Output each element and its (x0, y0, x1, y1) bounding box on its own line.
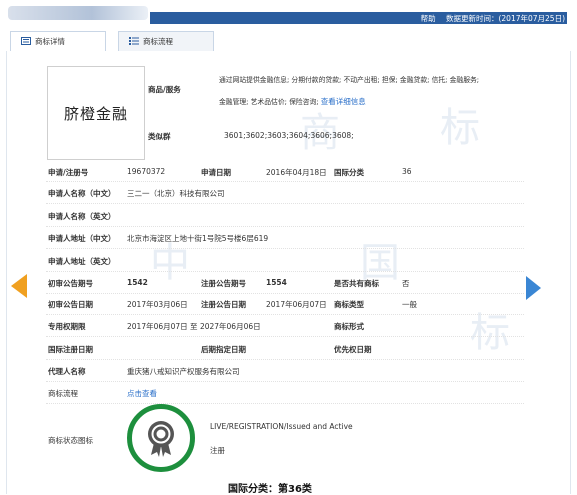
divider (46, 381, 524, 382)
tab-mark-flow[interactable]: 商标流程 (118, 31, 214, 52)
reg-pub-no-label: 注册公告期号 (201, 279, 246, 288)
flow-link[interactable]: 点击查看 (127, 388, 157, 399)
apply-date-label: 申请日期 (201, 168, 231, 177)
intl-class-label: 国际分类 (334, 168, 364, 177)
divider (46, 181, 524, 182)
top-bar: 帮助 数据更新时间：(2017年07月25日) (0, 0, 577, 24)
mark-type-value: 一般 (402, 300, 417, 309)
agent-label: 代理人名称 (48, 367, 86, 376)
prelim-date-value: 2017年03月06日 (127, 300, 188, 309)
intl-class-value: 36 (402, 167, 412, 176)
shared-label: 是否共有商标 (334, 279, 379, 288)
prev-arrow-icon[interactable] (11, 274, 27, 298)
apply-date-value: 2016年04月18日 (266, 168, 327, 177)
divider (46, 248, 524, 249)
reg-pub-date-value: 2017年06月07日 (266, 300, 327, 309)
flow-icon (129, 37, 139, 45)
similar-group-label: 类似群 (148, 132, 171, 141)
logo-area (8, 6, 148, 20)
goods-label: 商品/服务 (148, 85, 181, 94)
prelim-no-label: 初审公告期号 (48, 279, 93, 288)
exclusive-label: 专用权期限 (48, 322, 86, 331)
divider (46, 271, 524, 272)
reg-no-label: 申请/注册号 (48, 168, 89, 177)
divider (46, 226, 524, 227)
tab-label: 商标流程 (143, 37, 173, 46)
tab-mark-detail[interactable]: 商标详情 (10, 31, 106, 53)
status-cn: 注册 (210, 446, 225, 455)
later-date-label: 后期指定日期 (201, 345, 246, 354)
address-cn-label: 申请人地址（中文） (48, 234, 116, 243)
exclusive-value: 2017年06月07日 至 2027年06月06日 (127, 322, 261, 331)
goods-line-1: 通过网站提供金融信息; 分期付款的贷款; 不动产出租; 担保; 金融贷款; 信托… (219, 76, 480, 84)
update-time: 数据更新时间：(2017年07月25日) (445, 14, 565, 23)
address-en-label: 申请人地址（英文） (48, 257, 116, 266)
shared-value: 否 (402, 279, 410, 288)
prelim-no-value: 1542 (127, 278, 148, 287)
flow-label: 商标流程 (48, 389, 78, 398)
divider (46, 336, 524, 337)
goods-line-2: 金融管理; 艺术品估价; 保险咨询; 查看详细信息 (219, 97, 366, 106)
divider (46, 293, 524, 294)
applicant-en-label: 申请人名称（英文） (48, 212, 116, 221)
similar-group-value: 3601;3602;3603;3604;3606;3608; (224, 131, 354, 140)
divider (46, 359, 524, 360)
priority-date-label: 优先权日期 (334, 345, 372, 354)
watermark: 标 (440, 105, 480, 151)
status-en: LIVE/REGISTRATION/Issued and Active (210, 422, 353, 431)
intl-reg-date-label: 国际注册日期 (48, 345, 93, 354)
divider (46, 203, 524, 204)
help-link[interactable]: 帮助 (421, 14, 436, 23)
prelim-date-label: 初审公告日期 (48, 300, 93, 309)
watermark: 商 (300, 110, 340, 156)
footer-text: 国际分类：第36类 (228, 484, 312, 495)
header-links: 帮助 数据更新时间：(2017年07月25日) (413, 13, 565, 24)
goods-detail-link[interactable]: 查看详细信息 (321, 97, 366, 106)
applicant-cn-value: 三二一（北京）科技有限公司 (127, 189, 225, 198)
registered-badge-icon (127, 404, 195, 472)
agent-value: 重庆猪八戒知识产权服务有限公司 (127, 367, 240, 376)
tab-bar: 商标详情 商标流程 (6, 29, 569, 53)
divider (46, 403, 524, 404)
mark-type-label: 商标类型 (334, 300, 364, 309)
divider (46, 314, 524, 315)
applicant-cn-label: 申请人名称（中文） (48, 189, 116, 198)
reg-no-value: 19670372 (127, 167, 166, 176)
reg-pub-no-value: 1554 (266, 278, 287, 287)
detail-icon (21, 37, 31, 45)
mark-image: 脐橙金融 (47, 66, 145, 160)
watermark: 标 (470, 310, 510, 356)
status-icon-label: 商标状态图标 (48, 436, 93, 445)
mark-form-label: 商标形式 (334, 322, 364, 331)
mark-image-text: 脐橙金融 (63, 104, 128, 123)
reg-pub-date-label: 注册公告日期 (201, 300, 246, 309)
medal-icon (148, 421, 174, 457)
next-arrow-icon[interactable] (526, 276, 541, 300)
tab-label: 商标详情 (35, 37, 65, 46)
address-cn-value: 北京市海淀区上地十街1号院5号楼6层619 (127, 234, 269, 243)
